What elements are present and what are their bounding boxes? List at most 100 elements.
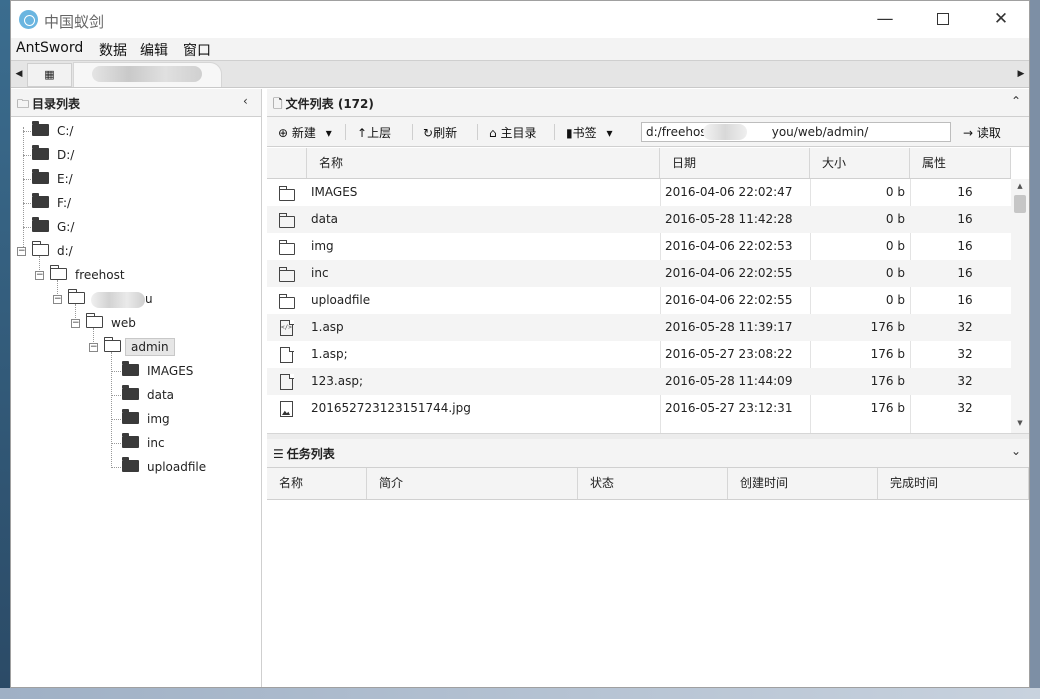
folder-open-icon xyxy=(67,289,85,304)
menu-edit[interactable]: 编辑 xyxy=(140,40,168,60)
list-icon: ☰ xyxy=(273,447,284,461)
folder-icon xyxy=(32,169,49,184)
folder-open-icon xyxy=(103,337,121,352)
new-button[interactable]: ⊕ 新建 ▾ xyxy=(278,124,332,141)
collapse-task-panel-button[interactable]: ⌄ xyxy=(1011,444,1021,458)
file-row[interactable]: 1.asp; 2016-05-27 23:08:22 176 b 32 xyxy=(267,341,1011,368)
directory-panel-title: 🗀 目录列表 xyxy=(17,97,81,111)
menu-window[interactable]: 窗口 xyxy=(183,40,211,60)
tree-guide xyxy=(23,227,31,228)
file-name: IMAGES xyxy=(311,185,358,199)
tree-node-freehost[interactable]: freehost xyxy=(49,265,125,285)
file-row[interactable]: 1.asp 2016-05-28 11:39:17 176 b 32 xyxy=(267,314,1011,341)
file-row[interactable]: uploadfile 2016-04-06 22:02:55 0 b 16 xyxy=(267,287,1011,314)
tree-node-images[interactable]: IMAGES xyxy=(122,361,193,381)
directory-panel: 🗀 目录列表 ‹ C:/ D:/ E:/ F:/ G:/ − d:/ − free… xyxy=(11,89,262,687)
bookmark-button[interactable]: ▮书签 ▾ xyxy=(566,124,612,141)
redacted-tab-label xyxy=(92,66,202,82)
tab-home[interactable]: ▦ xyxy=(27,63,72,87)
home-dir-button[interactable]: ⌂ 主目录 xyxy=(489,124,536,141)
task-column-status[interactable]: 状态 xyxy=(578,468,728,499)
file-outline-icon: 🗋 xyxy=(273,97,283,111)
tab-bar: ◀ ▦ ▶ xyxy=(11,60,1029,88)
tree-node-f[interactable]: F:/ xyxy=(32,193,71,213)
tree-guide xyxy=(111,371,121,372)
file-name: 1.asp xyxy=(311,320,344,334)
minimize-button[interactable]: — xyxy=(856,1,914,38)
column-date[interactable]: 日期 xyxy=(660,148,810,178)
tree-guide xyxy=(111,419,121,420)
tree-node-g[interactable]: G:/ xyxy=(32,217,74,237)
file-attributes: 32 xyxy=(957,347,973,361)
file-toolbar: ⊕ 新建 ▾ ↑上层 ↻刷新 ⌂ 主目录 ▮书签 ▾ → 读取 xyxy=(267,117,1029,147)
file-row[interactable]: img 2016-04-06 22:02:53 0 b 16 xyxy=(267,233,1011,260)
tab-scroll-left-button[interactable]: ◀ xyxy=(11,61,27,88)
folder-open-icon xyxy=(31,241,49,256)
file-size: 176 b xyxy=(870,401,905,415)
tree-node-img[interactable]: img xyxy=(122,409,170,429)
task-column-created[interactable]: 创建时间 xyxy=(728,468,878,499)
file-name: uploadfile xyxy=(311,293,371,307)
scrollbar-thumb[interactable] xyxy=(1014,195,1026,213)
redacted-folder-name xyxy=(91,291,145,308)
tree-node-c[interactable]: C:/ xyxy=(32,121,73,141)
read-button[interactable]: → 读取 xyxy=(963,124,1001,141)
file-panel: 🗋 文件列表 (172) ⌃ ⊕ 新建 ▾ ↑上层 ↻刷新 ⌂ 主目录 ▮书签 ▾… xyxy=(267,89,1029,687)
collapse-freehost-toggle[interactable]: − xyxy=(35,271,44,280)
scroll-up-button[interactable]: ▲ xyxy=(1011,182,1029,190)
collapse-d-toggle[interactable]: − xyxy=(17,247,26,256)
column-name[interactable]: 名称 xyxy=(307,148,660,178)
file-row[interactable]: 123.asp; 2016-05-28 11:44:09 176 b 32 xyxy=(267,368,1011,395)
toolbar-divider xyxy=(554,124,555,140)
file-row[interactable]: 201652723123151744.jpg 2016-05-27 23:12:… xyxy=(267,395,1011,422)
tree-guide xyxy=(23,127,24,251)
file-attributes: 16 xyxy=(957,239,973,253)
up-level-button[interactable]: ↑上层 xyxy=(357,124,391,141)
folder-icon xyxy=(122,385,139,400)
refresh-button[interactable]: ↻刷新 xyxy=(423,124,457,141)
menu-bar: AntSword 数据 编辑 窗口 xyxy=(11,38,1029,60)
arrow-up-icon: ↑ xyxy=(357,126,368,140)
task-column-description[interactable]: 简介 xyxy=(367,468,578,499)
close-button[interactable]: ✕ xyxy=(972,1,1029,38)
file-row[interactable]: data 2016-05-28 11:42:28 0 b 16 xyxy=(267,206,1011,233)
directory-panel-header: 🗀 目录列表 ‹ xyxy=(11,89,261,117)
file-row[interactable]: IMAGES 2016-04-06 22:02:47 0 b 16 xyxy=(267,179,1011,206)
toolbar-divider xyxy=(412,124,413,140)
collapse-panel-button[interactable]: ‹ xyxy=(243,94,248,108)
tree-guide xyxy=(111,467,121,468)
file-panel-header: 🗋 文件列表 (172) ⌃ xyxy=(267,89,1029,117)
collapse-admin-toggle[interactable]: − xyxy=(89,343,98,352)
tree-node-e[interactable]: E:/ xyxy=(32,169,73,189)
tree-node-admin[interactable]: admin xyxy=(103,337,175,357)
column-size[interactable]: 大小 xyxy=(810,148,910,178)
caret-down-icon: ▾ xyxy=(325,126,332,140)
task-column-finished[interactable]: 完成时间 xyxy=(878,468,1029,499)
file-grid-scrollbar[interactable]: ▲ ▼ xyxy=(1011,179,1029,433)
tree-node-d-upper[interactable]: D:/ xyxy=(32,145,74,165)
path-input[interactable] xyxy=(641,122,951,142)
folder-open-icon xyxy=(49,265,67,280)
title-bar[interactable]: 中国蚁剑 — ✕ xyxy=(11,1,1029,38)
collapse-web-toggle[interactable]: − xyxy=(71,319,80,328)
scroll-down-button[interactable]: ▼ xyxy=(1011,419,1029,427)
tree-node-data[interactable]: data xyxy=(122,385,174,405)
tree-node-site[interactable]: u xyxy=(67,289,153,309)
tab-shell[interactable] xyxy=(73,62,222,87)
tree-node-inc[interactable]: inc xyxy=(122,433,165,453)
tab-scroll-right-button[interactable]: ▶ xyxy=(1013,61,1029,88)
file-row[interactable]: inc 2016-04-06 22:02:55 0 b 16 xyxy=(267,260,1011,287)
menu-data[interactable]: 数据 xyxy=(99,40,127,60)
maximize-button[interactable] xyxy=(914,1,972,38)
tree-node-uploadfile[interactable]: uploadfile xyxy=(122,457,206,477)
file-attributes: 16 xyxy=(957,266,973,280)
column-attributes[interactable]: 属性 xyxy=(910,148,1011,178)
menu-antsword[interactable]: AntSword xyxy=(16,40,83,56)
file-size: 0 b xyxy=(885,185,905,199)
collapse-site-toggle[interactable]: − xyxy=(53,295,62,304)
task-column-name[interactable]: 名称 xyxy=(267,468,367,499)
task-panel-title: ☰ 任务列表 xyxy=(273,447,335,461)
file-name: 123.asp; xyxy=(311,374,363,388)
collapse-file-panel-button[interactable]: ⌃ xyxy=(1011,94,1021,108)
file-attributes: 16 xyxy=(957,212,973,226)
